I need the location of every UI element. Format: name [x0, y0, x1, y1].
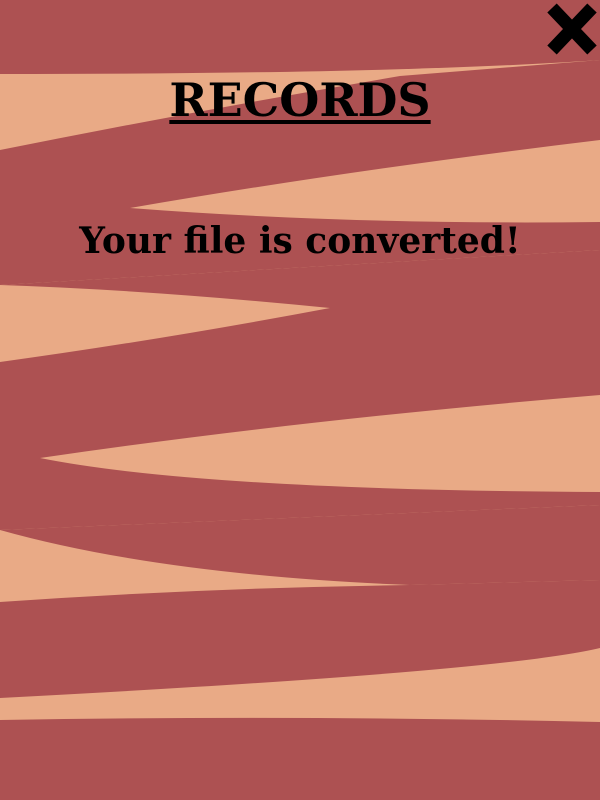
close-icon — [547, 3, 597, 55]
page-title: RECORDS — [0, 74, 600, 127]
status-message: Your file is converted! — [79, 220, 521, 262]
close-button[interactable] — [544, 0, 600, 58]
title-text: RECORDS — [169, 73, 431, 127]
